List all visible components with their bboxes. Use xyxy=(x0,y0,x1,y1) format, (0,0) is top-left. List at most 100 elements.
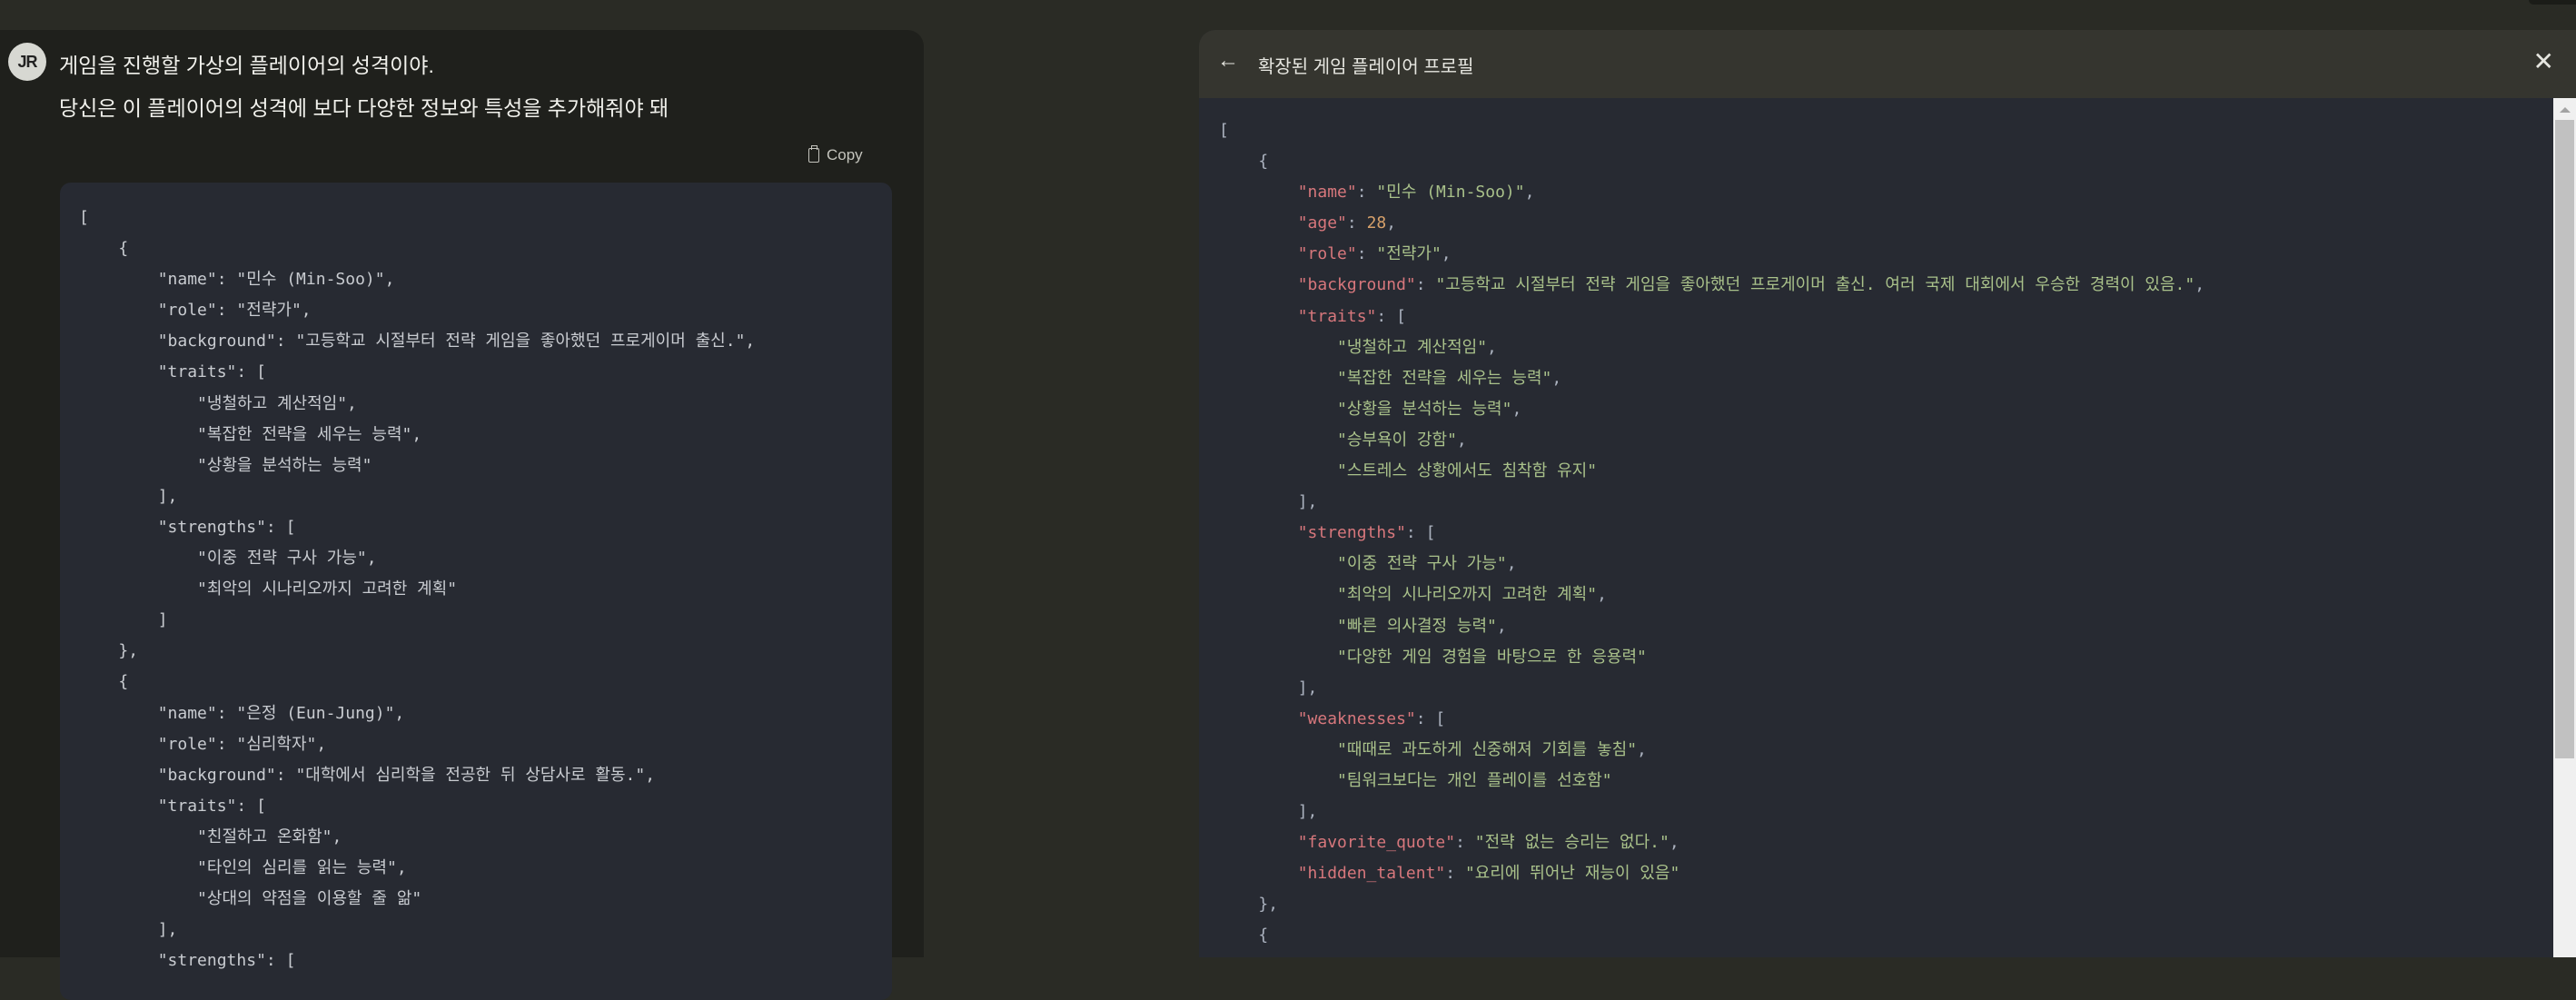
json-string: "빠른 의사결정 능력" xyxy=(1337,616,1497,636)
json-punctuation: : xyxy=(216,703,237,723)
json-punctuation: ], xyxy=(1297,678,1318,698)
code-line: "strengths": [ xyxy=(79,512,755,543)
json-string: "민수 (Min-Soo)" xyxy=(236,270,385,290)
json-punctuation: , xyxy=(645,765,656,785)
json-key: "traits" xyxy=(157,362,237,382)
json-punctuation: : [ xyxy=(265,951,296,971)
code-line: { xyxy=(1219,920,2204,951)
json-punctuation: , xyxy=(411,424,422,444)
code-line: "복잡한 전략을 세우는 능력", xyxy=(1219,363,2204,394)
json-key: "role" xyxy=(157,301,217,321)
json-string: "복잡한 전략을 세우는 능력" xyxy=(1337,368,1552,388)
json-punctuation: : xyxy=(216,301,237,321)
code-line: "이중 전략 구사 가능", xyxy=(1219,549,2204,579)
code-line: { xyxy=(79,233,755,264)
code-line: "role": "전략가", xyxy=(1219,239,2204,270)
artifact-panel: ← 확장된 게임 플레이어 프로필 ✕ [ { "name": "민수 (Min… xyxy=(1199,30,2576,957)
json-key: "favorite_quote" xyxy=(1297,833,1456,853)
json-punctuation: , xyxy=(396,857,407,877)
scrollbar[interactable] xyxy=(2553,98,2576,957)
json-punctuation: [ xyxy=(79,208,89,227)
json-punctuation: ], xyxy=(1297,492,1318,512)
json-string: "대학에서 심리학을 전공한 뒤 상담사로 활동." xyxy=(295,765,646,785)
code-line: "친절하고 온화함", xyxy=(79,822,755,853)
json-punctuation: , xyxy=(745,332,756,351)
json-punctuation: , xyxy=(1597,585,1607,605)
json-punctuation: , xyxy=(316,734,327,754)
json-punctuation: ], xyxy=(157,486,178,506)
code-line: ], xyxy=(79,481,755,512)
code-line: "다양한 게임 경험을 바탕으로 한 응용력" xyxy=(1219,642,2204,673)
json-string: "전략가" xyxy=(1376,244,1442,264)
json-key: "role" xyxy=(1297,244,1357,264)
code-line: ], xyxy=(1219,797,2204,827)
json-punctuation: , xyxy=(1386,213,1397,233)
json-string: "최악의 시나리오까지 고려한 계획" xyxy=(1337,585,1598,605)
code-line: "background": "대학에서 심리학을 전공한 뒤 상담사로 활동."… xyxy=(79,760,755,791)
code-line: "상황을 분석하는 능력" xyxy=(79,450,755,481)
json-punctuation: ] xyxy=(157,610,168,630)
code-line: "hidden_talent": "요리에 뛰어난 재능이 있음" xyxy=(1219,858,2204,889)
json-punctuation: : [ xyxy=(1405,523,1436,543)
json-punctuation: : xyxy=(275,332,296,351)
copy-label: Copy xyxy=(827,146,863,163)
json-punctuation: , xyxy=(1511,399,1522,419)
artifact-header: ← 확장된 게임 플레이어 프로필 ✕ xyxy=(1199,30,2576,98)
json-key: "name" xyxy=(157,703,217,723)
code-line: "승부욕이 강함", xyxy=(1219,425,2204,456)
user-avatar: JR xyxy=(8,43,46,81)
code-line: }, xyxy=(79,636,755,667)
json-punctuation: { xyxy=(118,239,129,259)
json-string: "친절하고 온화함" xyxy=(197,827,332,847)
code-line: "스트레스 상황에서도 침착함 유지" xyxy=(1219,456,2204,487)
json-punctuation: , xyxy=(1441,244,1451,264)
json-string: "민수 (Min-Soo)" xyxy=(1376,183,1525,203)
arrow-left-icon[interactable]: ← xyxy=(1217,48,1239,74)
json-punctuation: { xyxy=(118,672,129,692)
json-punctuation: }, xyxy=(1258,895,1279,915)
code-line: "favorite_quote": "전략 없는 승리는 없다.", xyxy=(1219,827,2204,858)
close-icon[interactable]: ✕ xyxy=(2533,46,2554,76)
code-content: [ { "name": "민수 (Min-Soo)", "role": "전략가… xyxy=(79,203,755,976)
json-string: "상황을 분석하는 능력" xyxy=(197,455,372,475)
scrollbar-thumb[interactable] xyxy=(2555,120,2574,758)
json-string: "고등학교 시절부터 전략 게임을 좋아했던 프로게이머 출신. 여러 국제 대… xyxy=(1435,275,2195,295)
json-punctuation: }, xyxy=(118,641,139,661)
json-key: "traits" xyxy=(1297,306,1377,326)
chat-panel: JR 게임을 진행할 가상의 플레이어의 성격이야. 당신은 이 플레이어의 성… xyxy=(0,30,924,1000)
code-line: "최악의 시나리오까지 고려한 계획" xyxy=(79,574,755,605)
json-key: "background" xyxy=(1297,275,1416,295)
code-line: "name": "민수 (Min-Soo)", xyxy=(79,264,755,295)
code-line: }, xyxy=(1219,889,2204,920)
code-line: "name": "민수 (Min-Soo)", xyxy=(1219,177,2204,208)
clipboard-icon xyxy=(808,145,819,163)
json-string: "스트레스 상황에서도 침착함 유지" xyxy=(1337,461,1598,481)
code-line: "background": "고등학교 시절부터 전략 게임을 좋아했던 프로게… xyxy=(1219,270,2204,301)
json-string: "은정 (Eun-Jung)" xyxy=(236,703,395,723)
json-punctuation: : xyxy=(1346,213,1367,233)
code-line: ], xyxy=(1219,673,2204,704)
json-punctuation: , xyxy=(2195,275,2205,295)
code-line: ], xyxy=(79,915,755,946)
code-line: "strengths": [ xyxy=(1219,518,2204,549)
scroll-up-arrow-icon[interactable] xyxy=(2560,107,2571,113)
code-line: "weaknesses": [ xyxy=(1219,704,2204,735)
copy-button[interactable]: Copy xyxy=(808,145,863,164)
code-line: "타인의 심리를 읽는 능력", xyxy=(79,853,755,884)
code-line: "복잡한 전략을 세우는 능력", xyxy=(79,420,755,450)
json-punctuation: : xyxy=(275,765,296,785)
artifact-code: [ { "name": "민수 (Min-Soo)", "age": 28, "… xyxy=(1219,115,2204,952)
code-line: { xyxy=(1219,146,2204,177)
json-punctuation: , xyxy=(384,270,395,290)
json-punctuation: , xyxy=(1456,430,1467,450)
json-punctuation: : xyxy=(1455,833,1475,853)
json-punctuation: : xyxy=(1356,183,1377,203)
code-line: "냉철하고 계산적임", xyxy=(79,389,755,420)
window-corner xyxy=(2529,0,2576,5)
json-punctuation: , xyxy=(1506,554,1517,574)
json-string: "전략 없는 승리는 없다." xyxy=(1474,833,1669,853)
json-key: "strengths" xyxy=(1297,523,1406,543)
json-punctuation: , xyxy=(1637,739,1647,759)
user-message-line: 게임을 진행할 가상의 플레이어의 성격이야. xyxy=(59,54,434,77)
json-punctuation: , xyxy=(366,549,377,569)
